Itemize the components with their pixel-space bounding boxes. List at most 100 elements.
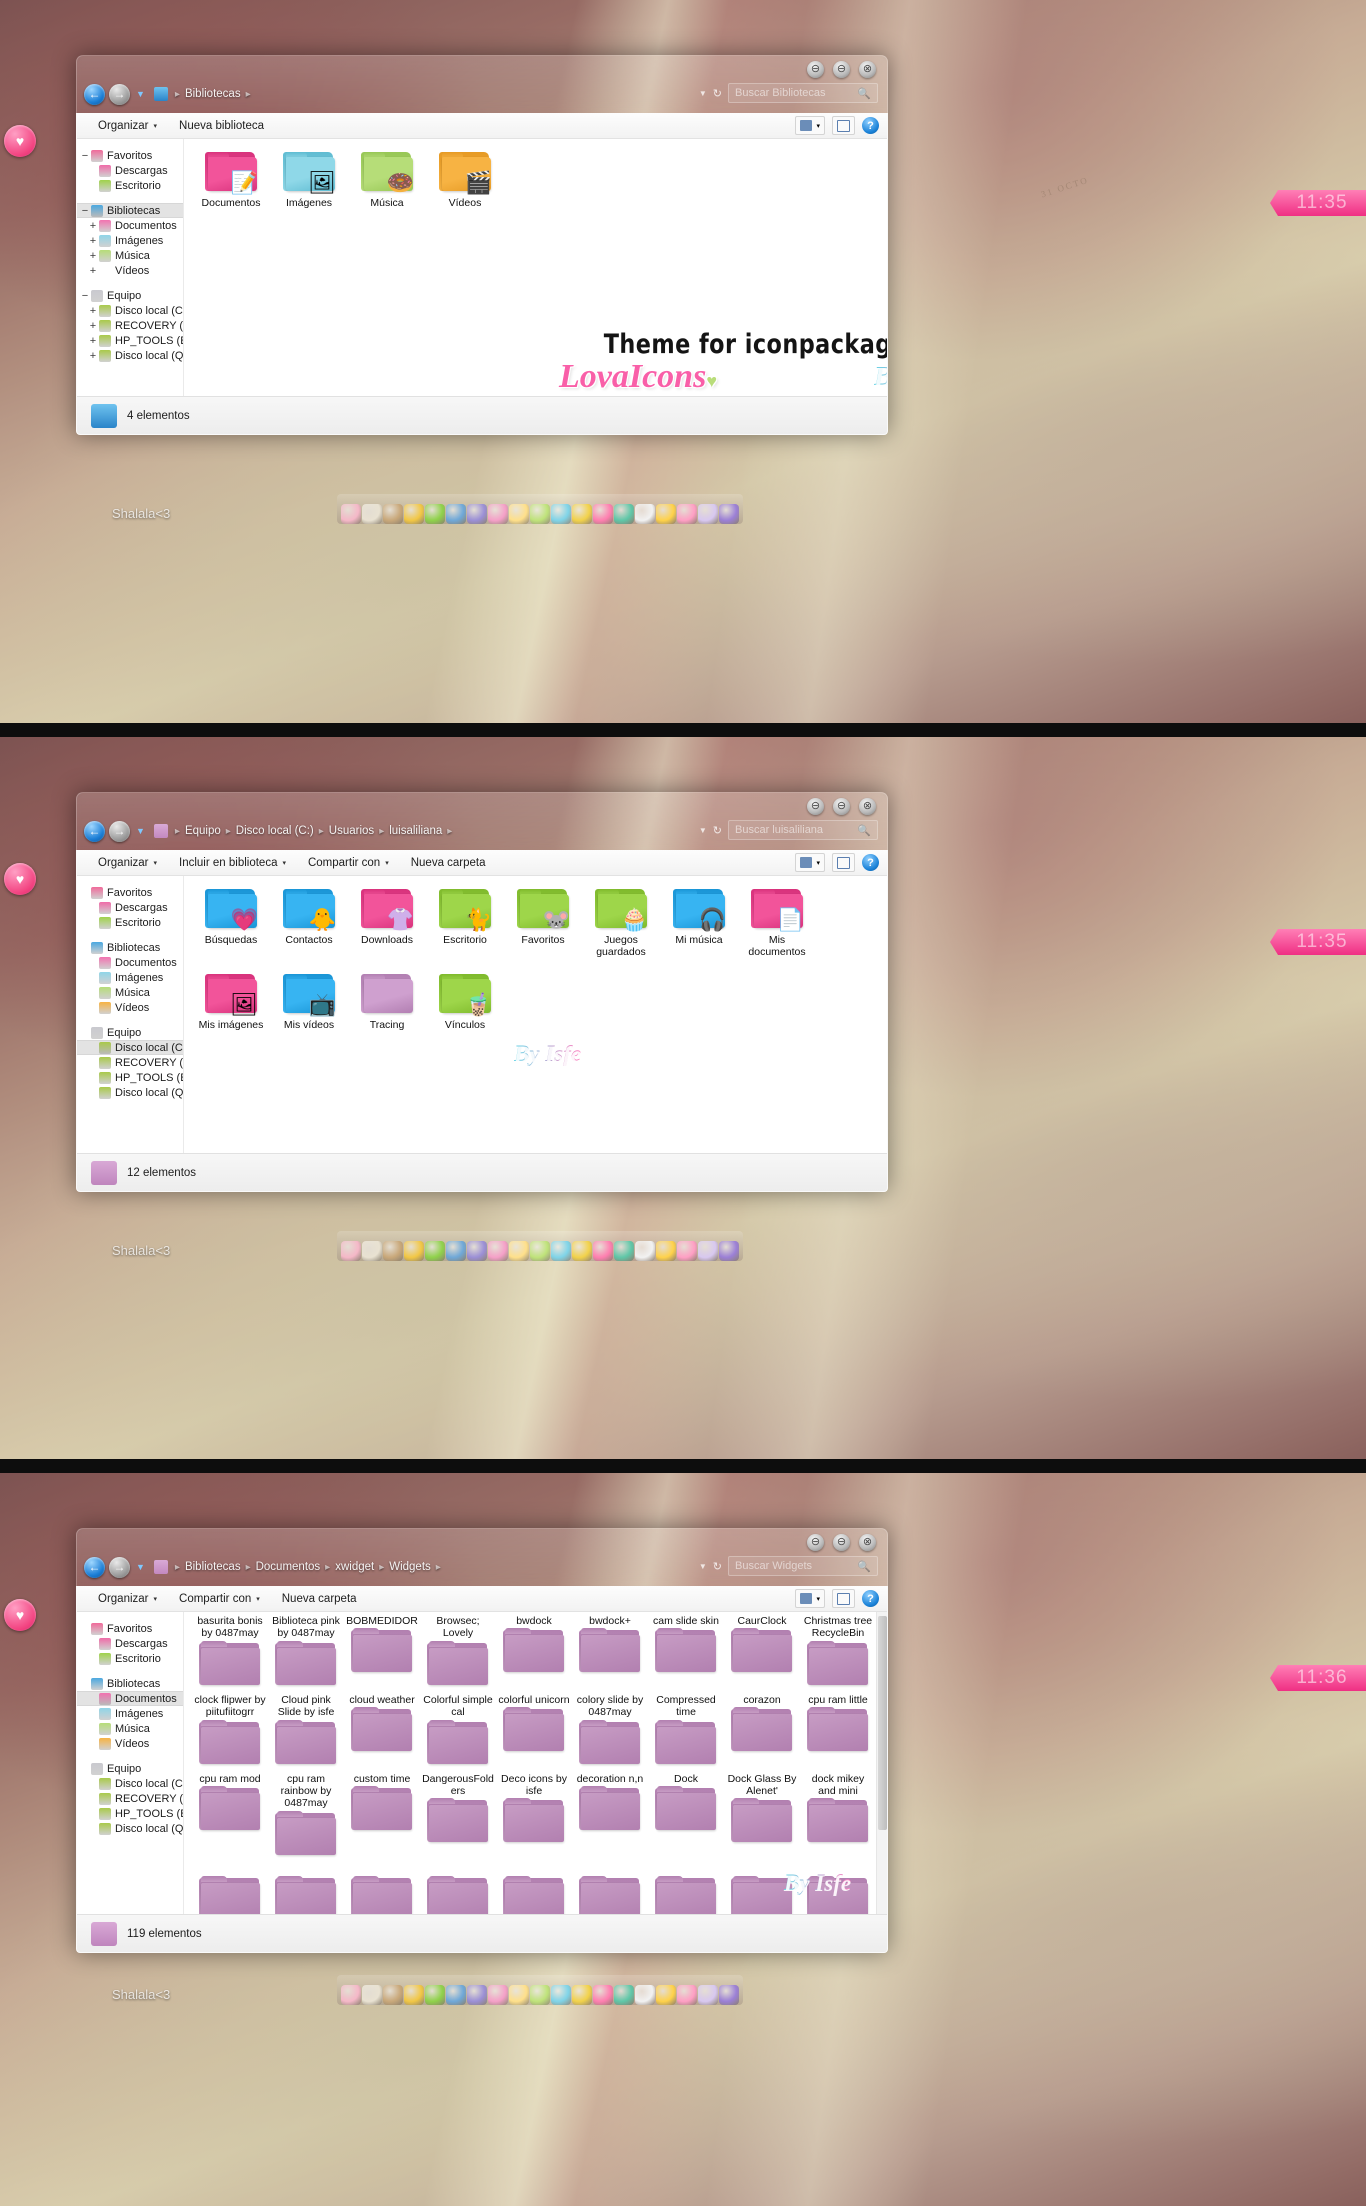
command-bar-1[interactable]: Organizar ▾ Nueva biblioteca ▾ ? [77,113,887,139]
sidebar-item-v-deos[interactable]: + Vídeos [77,263,183,278]
file-item[interactable]: custom time [344,1770,420,1861]
chevron-down-icon[interactable]: ▾ [154,122,158,130]
change-view-button[interactable]: ▾ [795,853,825,872]
smiley-icon[interactable] [614,504,634,524]
refresh-icon[interactable]: ↻ [713,824,722,837]
file-item[interactable]: 🍩 Música [348,145,426,217]
camera-icon[interactable] [425,1985,445,2005]
breadcrumb-item[interactable]: Usuarios [329,825,374,837]
expand-icon[interactable]: + [87,250,99,262]
file-item[interactable]: cloud weather [344,1691,420,1770]
file-list-pane-3[interactable]: basurita bonis by 0487may Biblioteca pink… [184,1612,887,1952]
cake-icon[interactable] [341,1241,361,1261]
back-button[interactable]: ← [84,1556,105,1578]
sidebar-item-documentos[interactable]: Documentos [77,1691,183,1706]
teacup-icon[interactable] [362,1241,382,1261]
file-item[interactable]: bwdock+ [572,1612,648,1691]
file-item[interactable]: 🧋 Vínculos [426,967,504,1039]
sidebar-item-hp-tools-e-[interactable]: HP_TOOLS (E: [77,1806,183,1821]
expand-icon[interactable]: + [87,335,99,347]
bow-icon[interactable] [677,1985,697,2005]
toolbar-item-organizar[interactable]: Organizar ▾ [87,853,168,873]
mushroom-icon[interactable] [404,1985,424,2005]
ice-cream-icon[interactable] [551,504,571,524]
sidebar-item-disco-local-c-[interactable]: Disco local (C: [77,1776,183,1791]
file-item[interactable]: 🖼 Imágenes [270,145,348,217]
tea-box-icon[interactable] [383,504,403,524]
chevron-down-icon[interactable]: ▾ [154,1595,158,1603]
sidebar-item-equipo[interactable]: − Equipo [77,288,183,303]
chevron-down-icon[interactable]: ▾ [816,1595,820,1603]
window-controls-3[interactable]: ⊖ ⊖ ⊗ [807,1534,876,1551]
explorer-window-2[interactable]: ⊖ ⊖ ⊗ ← → ▼ ▸ Equipo ▸ Disco local (C:) ▸ Usu… [76,792,888,1192]
file-item[interactable]: Compressed time [648,1691,724,1770]
search-input-3[interactable]: Buscar Widgets 🔍 [728,1556,878,1576]
back-button[interactable]: ← [84,83,105,105]
sidebar-item-descargas[interactable]: Descargas [77,900,183,915]
file-item[interactable]: basurita bonis by 0487may [192,1612,268,1691]
refresh-icon[interactable]: ↻ [713,87,722,100]
change-view-button[interactable]: ▾ [795,116,825,135]
file-item[interactable]: 🧁 Juegos guardados [582,882,660,967]
file-item[interactable]: 🎧 Mi música [660,882,738,967]
maximize-button[interactable]: ⊖ [833,61,850,78]
sidebar-item-recovery-d-[interactable]: RECOVERY (D: [77,1791,183,1806]
chevron-down-icon[interactable]: ▾ [385,859,389,867]
sidebar-item-m-sica[interactable]: + Música [77,248,183,263]
file-item[interactable]: Deco icons by isfe [496,1770,572,1861]
sidebar-item-descargas[interactable]: Descargas [77,163,183,178]
help-button[interactable]: ? [862,1590,879,1607]
sidebar-item-bibliotecas[interactable]: Bibliotecas [77,940,183,955]
boot-icon[interactable] [530,1241,550,1261]
command-bar-right-3[interactable]: ▾ ? [795,1589,879,1608]
sidebar-item-escritorio[interactable]: Escritorio [77,1651,183,1666]
sidebar-item-recovery-d-[interactable]: + RECOVERY (D: [77,318,183,333]
ball-icon[interactable] [719,504,739,524]
file-item[interactable]: 🎬 Vídeos [426,145,504,217]
mickey-icon[interactable] [656,1985,676,2005]
sidebar-item-descargas[interactable]: Descargas [77,1636,183,1651]
chevron-down-icon[interactable]: ▾ [256,1595,260,1603]
file-item[interactable]: Browsec; Lovely [420,1612,496,1691]
photoshop-icon[interactable] [635,1241,655,1261]
camera-icon[interactable] [425,1241,445,1261]
desktop-dock-1[interactable] [337,494,743,524]
chevron-down-icon[interactable]: ▼ [699,1562,707,1571]
sidebar-item-recovery-d-[interactable]: RECOVERY (D: [77,1055,183,1070]
smiley-icon[interactable] [614,1241,634,1261]
file-item[interactable]: 🐈 Escritorio [426,882,504,967]
bunny-icon[interactable] [698,1985,718,2005]
bear-icon[interactable] [488,504,508,524]
file-item[interactable]: dock mikey and mini [800,1770,876,1861]
chevron-down-icon[interactable]: ▼ [699,826,707,835]
heart-widget[interactable]: ♥ [4,1599,36,1631]
file-item[interactable]: cam slide skin [648,1612,724,1691]
preview-pane-button[interactable] [832,116,855,135]
search-input-2[interactable]: Buscar luisaliliana 🔍 [728,820,878,840]
breadcrumb-item[interactable]: Bibliotecas [185,88,241,100]
sidebar-item-bibliotecas[interactable]: − Bibliotecas [77,203,183,218]
help-button[interactable]: ? [862,854,879,871]
close-button[interactable]: ⊗ [859,798,876,815]
file-item[interactable]: bwdock [496,1612,572,1691]
teacup-icon[interactable] [362,1985,382,2005]
chevron-down-icon[interactable]: ▾ [816,122,820,130]
photoshop-icon[interactable] [635,1985,655,2005]
bear-icon[interactable] [488,1985,508,2005]
sidebar-item-equipo[interactable]: Equipo [77,1025,183,1040]
sidebar-item-escritorio[interactable]: Escritorio [77,178,183,193]
file-item[interactable]: Colorful simple cal [420,1691,496,1770]
file-item[interactable]: colorful unicorn [496,1691,572,1770]
mickey-icon[interactable] [656,504,676,524]
sidebar-item-escritorio[interactable]: Escritorio [77,915,183,930]
toolbar-item-organizar[interactable]: Organizar ▾ [87,116,168,136]
bread-icon[interactable] [593,1241,613,1261]
command-bar-2[interactable]: Organizar ▾ Incluir en biblioteca ▾ Comparti… [77,850,887,876]
file-item[interactable]: DangerousFolders [420,1770,496,1861]
breadcrumb-item[interactable]: Equipo [185,825,221,837]
bow-icon[interactable] [677,1241,697,1261]
donut-icon[interactable] [446,504,466,524]
collapse-icon[interactable]: − [79,150,91,162]
ice-cream-icon[interactable] [551,1985,571,2005]
toolbar-item-nueva-biblioteca[interactable]: Nueva biblioteca [168,116,275,136]
